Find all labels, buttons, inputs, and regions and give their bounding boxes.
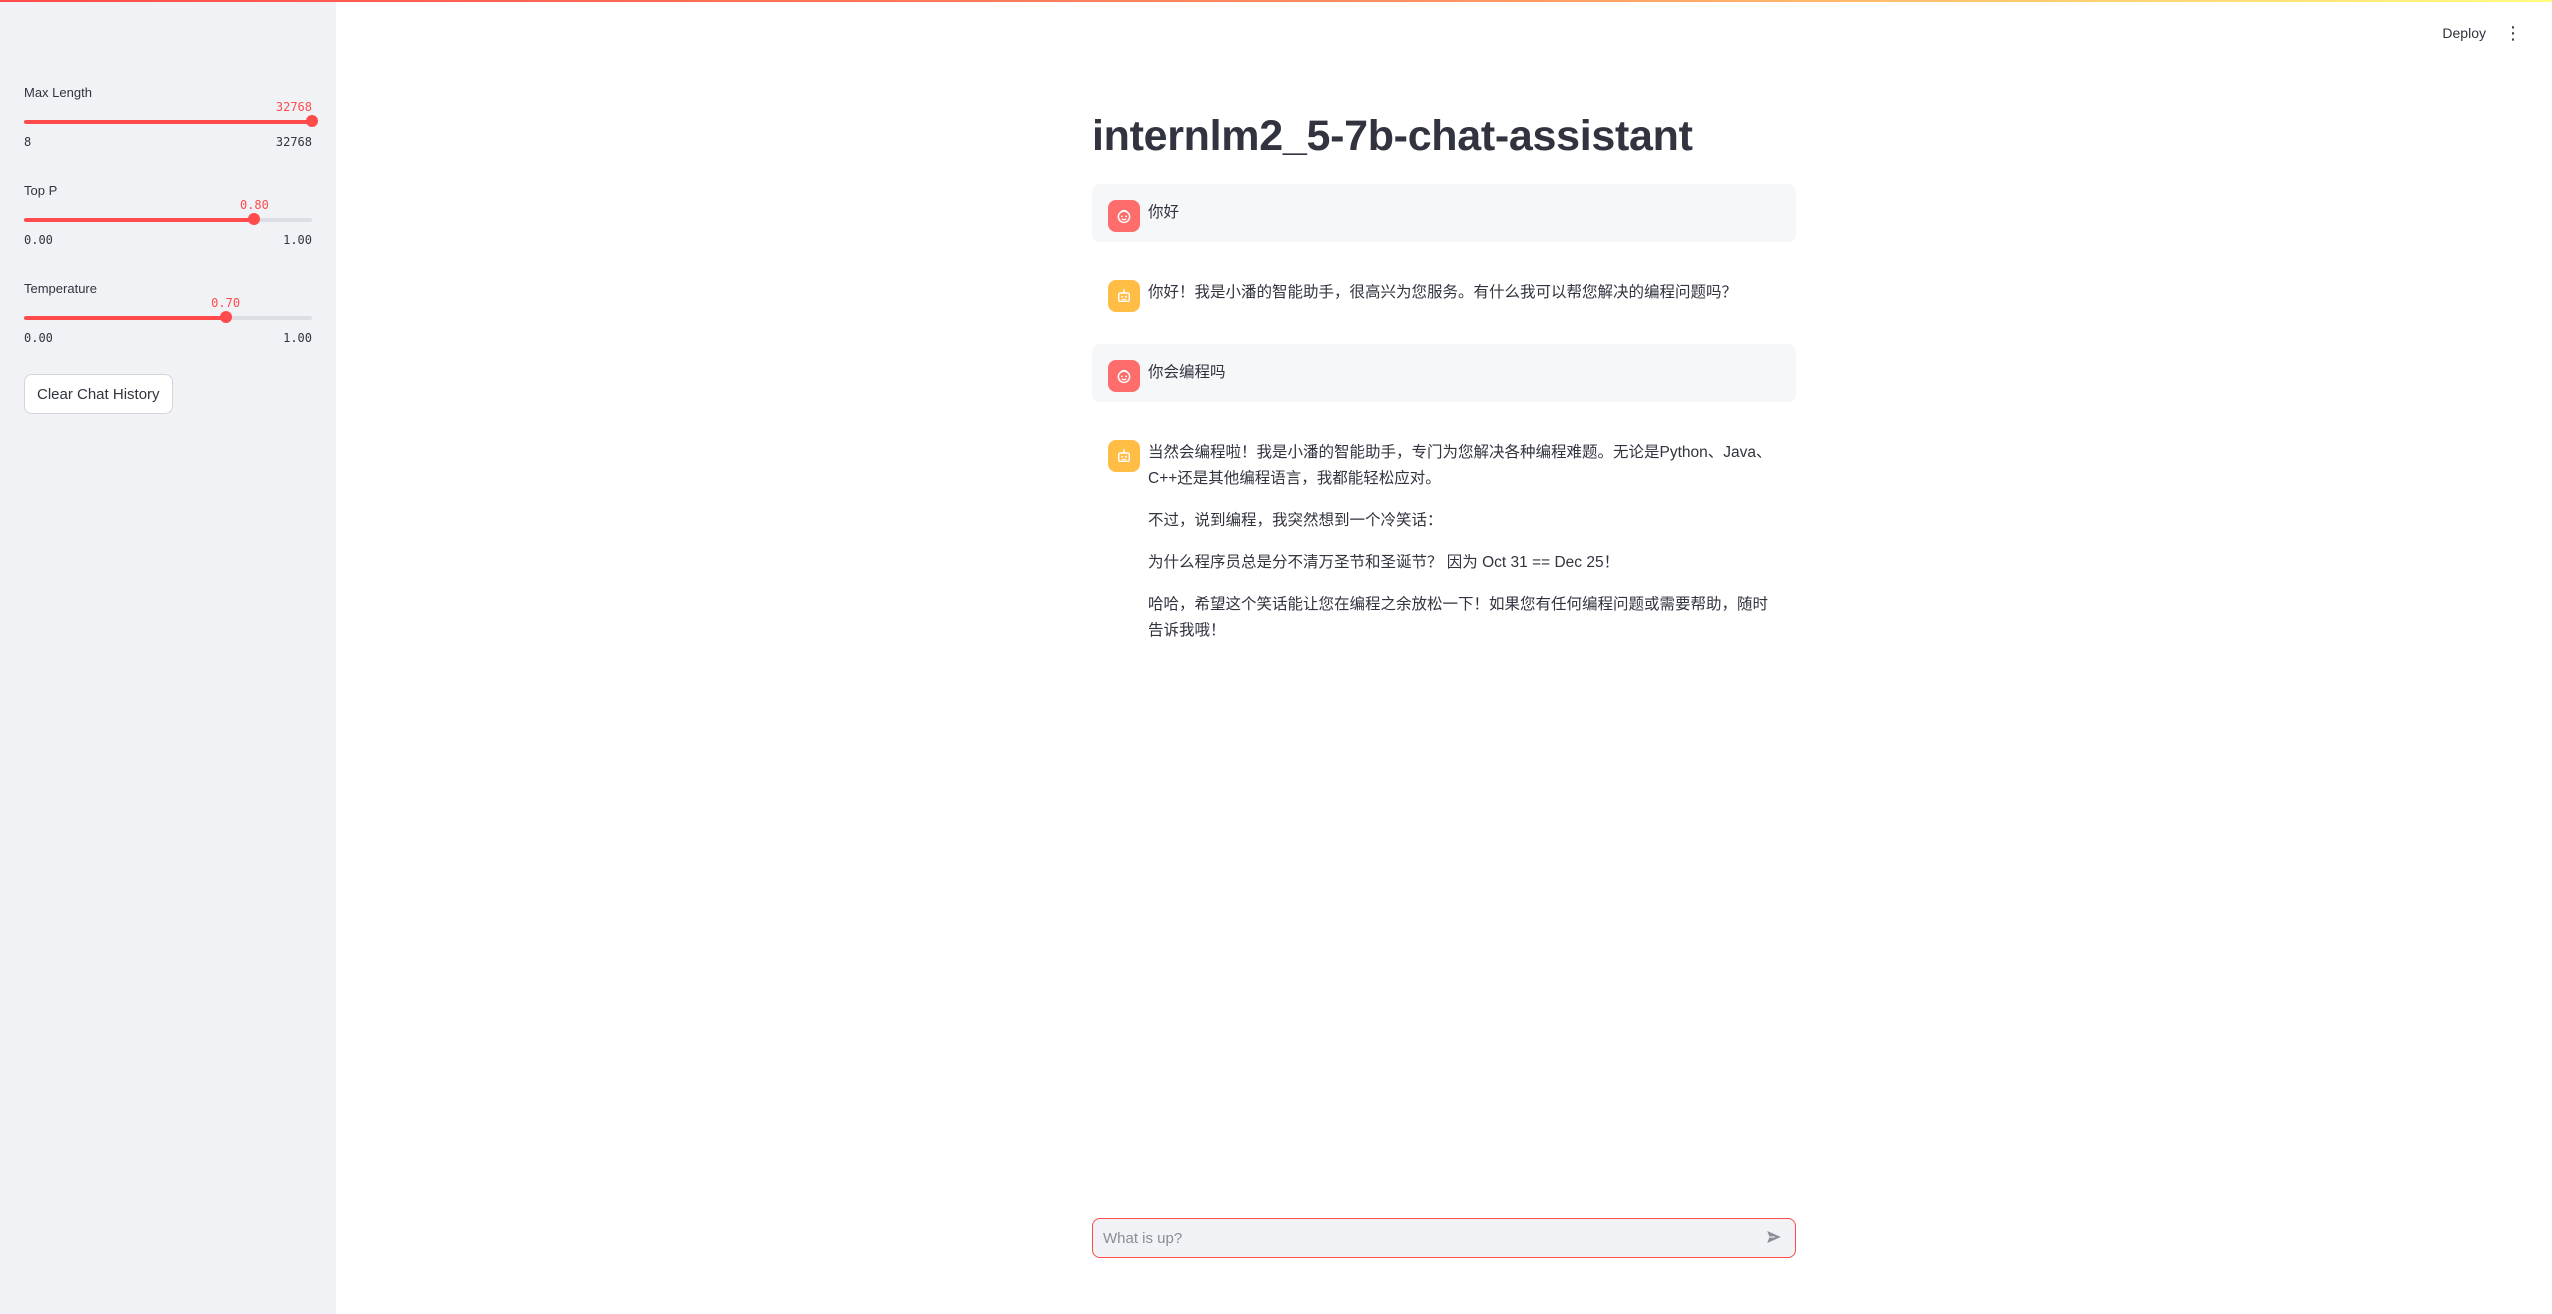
- message-paragraph: 当然会编程啦！我是小潘的智能助手，专门为您解决各种编程难题。无论是Python、…: [1148, 444, 1772, 487]
- slider-track[interactable]: [24, 213, 312, 225]
- slider-thumb[interactable]: [219, 311, 232, 323]
- user-face-icon: [1108, 200, 1140, 232]
- chat-input-container: [1092, 1218, 1796, 1258]
- message-text: 你好: [1148, 200, 1780, 226]
- chat-input[interactable]: [1093, 1219, 1733, 1257]
- slider-thumb[interactable]: [306, 115, 318, 127]
- top-decoration-bar: [0, 0, 2552, 2]
- chat-message-user: 你好: [1092, 184, 1796, 242]
- message-text: 你会编程吗: [1148, 360, 1780, 386]
- slider-temperature: Temperature 0.70 0.00 1.00: [24, 281, 312, 361]
- deploy-button[interactable]: Deploy: [2442, 25, 2486, 41]
- chat-message-assistant: 你好！我是小潘的智能助手，很高兴为您服务。有什么我可以帮您解决的编程问题吗？: [1092, 264, 1796, 322]
- bot-icon: [1108, 280, 1140, 312]
- message-text: 当然会编程啦！我是小潘的智能助手，专门为您解决各种编程难题。无论是Python、…: [1148, 440, 1780, 644]
- slider-max-label: 32768: [275, 135, 312, 149]
- slider-fill: [24, 120, 312, 124]
- user-face-icon: [1108, 360, 1140, 392]
- send-button[interactable]: [1759, 1223, 1789, 1253]
- slider-min-label: 0.00: [24, 331, 53, 345]
- slider-max-label: 1.00: [283, 233, 312, 247]
- slider-label: Top P: [24, 183, 58, 198]
- slider-label: Max Length: [24, 85, 92, 100]
- slider-track[interactable]: [24, 115, 318, 127]
- message-paragraph: 你会编程吗: [1148, 364, 1226, 381]
- slider-current-value: 0.70: [211, 296, 241, 310]
- slider-track[interactable]: [24, 311, 312, 323]
- slider-fill: [24, 316, 226, 320]
- slider-max-label: 1.00: [283, 331, 312, 345]
- sidebar: Max Length 32768 8 32768 Top P 0.80 0.00…: [0, 0, 336, 1314]
- slider-current-value: 32768: [275, 100, 312, 114]
- chat-message-assistant: 当然会编程啦！我是小潘的智能助手，专门为您解决各种编程难题。无论是Python、…: [1092, 424, 1796, 660]
- slider-thumb[interactable]: [248, 213, 261, 225]
- message-paragraph: 你好！我是小潘的智能助手，很高兴为您服务。有什么我可以帮您解决的编程问题吗？: [1148, 284, 1738, 301]
- send-icon: [1765, 1228, 1783, 1249]
- header-actions: Deploy ⋮: [2442, 24, 2522, 42]
- chat-message-user: 你会编程吗: [1092, 344, 1796, 402]
- message-paragraph: 不过，说到编程，我突然想到一个冷笑话：: [1148, 512, 1443, 529]
- slider-top-p: Top P 0.80 0.00 1.00: [24, 183, 312, 263]
- page-title: internlm2_5-7b-chat-assistant: [1092, 112, 1693, 160]
- message-paragraph: 为什么程序员总是分不清万圣节和圣诞节？ 因为 Oct 31 == Dec 25！: [1148, 554, 1620, 571]
- message-text: 你好！我是小潘的智能助手，很高兴为您服务。有什么我可以帮您解决的编程问题吗？: [1148, 280, 1780, 306]
- clear-chat-history-button[interactable]: Clear Chat History: [24, 374, 173, 414]
- slider-min-label: 0.00: [24, 233, 53, 247]
- message-paragraph: 你好: [1148, 204, 1180, 221]
- bot-icon: [1108, 440, 1140, 472]
- message-paragraph: 哈哈，希望这个笑话能让您在编程之余放松一下！如果您有任何编程问题或需要帮助，随时…: [1148, 596, 1769, 639]
- vertical-dots-icon[interactable]: ⋮: [2504, 24, 2522, 42]
- slider-max-length: Max Length 32768 8 32768: [24, 85, 318, 165]
- slider-min-label: 8: [24, 135, 32, 149]
- slider-label: Temperature: [24, 281, 97, 296]
- slider-fill: [24, 218, 255, 222]
- slider-current-value: 0.80: [239, 198, 269, 212]
- main-content: internlm2_5-7b-chat-assistant 你好 你好！我是小潘…: [1092, 0, 1796, 1314]
